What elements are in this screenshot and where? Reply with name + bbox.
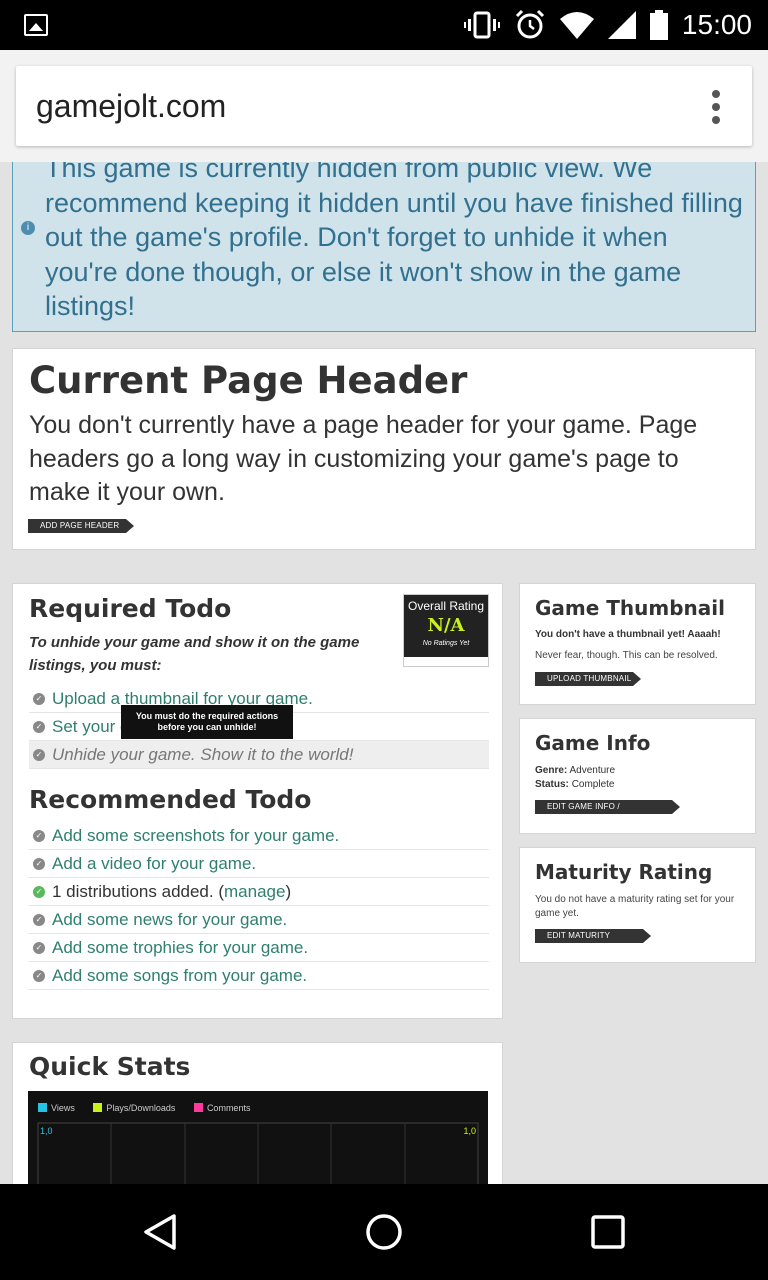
overall-rating-value: N/A — [427, 615, 465, 636]
recommended-todo-item[interactable]: ✓ Add some trophies for your game. — [29, 934, 489, 962]
game-thumbnail-line2: Never fear, though. This can be resolved… — [535, 650, 718, 661]
status-icons: 15:00 — [463, 8, 752, 42]
battery-icon — [649, 10, 668, 40]
quick-stats-title: Quick Stats — [29, 1052, 191, 1081]
chart-grid — [37, 1122, 479, 1184]
upload-thumbnail-button[interactable]: UPLOAD THUMBNAIL — [535, 672, 641, 686]
game-info-title: Game Info — [535, 731, 651, 755]
page-header-title: Current Page Header — [29, 359, 468, 402]
quick-stats-card: Quick Stats Views Plays/Downloads Commen… — [12, 1042, 503, 1184]
overflow-menu-icon[interactable] — [712, 90, 722, 124]
page-header-card: Current Page Header You don't currently … — [12, 348, 756, 550]
game-thumbnail-line1: You don't have a thumbnail yet! Aaaah! — [535, 629, 721, 640]
back-icon[interactable] — [140, 1212, 180, 1252]
hidden-game-alert: i This game is currently hidden from pub… — [12, 162, 756, 332]
recents-icon[interactable] — [590, 1214, 626, 1250]
game-thumbnail-title: Game Thumbnail — [535, 596, 725, 620]
required-todo-title: Required Todo — [29, 594, 232, 623]
game-info-genre: Genre: Adventure — [535, 765, 616, 776]
required-todo-intro: To unhide your game and show it on the g… — [29, 634, 360, 674]
chart-right-axis-label: 1,0 — [463, 1126, 476, 1136]
image-notification-icon — [24, 14, 48, 36]
unhide-tooltip: You must do the required actions before … — [121, 705, 293, 739]
navigation-bar — [0, 1184, 768, 1280]
required-todo-item: ✓ Unhide your game. Show it to the world… — [29, 741, 489, 769]
clock: 15:00 — [681, 9, 752, 40]
vibrate-icon — [463, 11, 500, 39]
maturity-rating-title: Maturity Rating — [535, 860, 713, 884]
recommended-todo-item[interactable]: ✓ Add some screenshots for your game. — [29, 822, 489, 850]
manage-distributions-link[interactable]: manage — [224, 882, 285, 901]
url-text[interactable]: gamejolt.com — [36, 88, 226, 125]
checkmark-icon: ✓ — [33, 858, 45, 870]
game-thumbnail-card: Game Thumbnail You don't have a thumbnai… — [519, 583, 756, 705]
page-content[interactable]: i This game is currently hidden from pub… — [0, 162, 768, 1184]
recommended-todo-item[interactable]: ✓ Add a video for your game. — [29, 850, 489, 878]
overall-rating-sub: No Ratings Yet — [422, 640, 470, 647]
checkmark-done-icon: ✓ — [33, 886, 45, 898]
maturity-rating-text: You do not have a maturity rating set fo… — [535, 894, 735, 919]
checkmark-icon: ✓ — [33, 970, 45, 982]
stats-chart: Views Plays/Downloads Comments 1,0 1,0 — [28, 1091, 488, 1184]
edit-maturity-rating-button[interactable]: EDIT MATURITY RATING — [535, 929, 651, 954]
overall-rating-label: Overall Rating — [407, 599, 485, 613]
checkmark-icon: ✓ — [33, 830, 45, 842]
chart-left-axis-label: 1,0 — [40, 1126, 53, 1136]
alarm-icon — [515, 9, 544, 39]
browser-toolbar: gamejolt.com — [0, 50, 768, 162]
checkmark-icon: ✓ — [33, 749, 45, 761]
recommended-todo-item[interactable]: ✓ Add some songs from your game. — [29, 962, 489, 990]
checkmark-icon: ✓ — [33, 942, 45, 954]
todo-card: Required Todo To unhide your game and sh… — [12, 583, 503, 1019]
add-page-header-button[interactable]: ADD PAGE HEADER — [28, 519, 134, 533]
info-icon: i — [21, 221, 35, 235]
recommended-todo-title: Recommended Todo — [29, 785, 312, 814]
alert-message: This game is currently hidden from publi… — [45, 162, 743, 321]
maturity-rating-card: Maturity Rating You do not have a maturi… — [519, 847, 756, 963]
recommended-todo-item[interactable]: ✓ Add some news for your game. — [29, 906, 489, 934]
recommended-todo-item-distributions: ✓ 1 distributions added. (manage) — [29, 878, 489, 906]
game-info-card: Game Info Genre: Adventure Status: Compl… — [519, 718, 756, 834]
overall-rating-box: Overall Rating N/A No Ratings Yet — [403, 594, 489, 667]
address-bar[interactable]: gamejolt.com — [16, 66, 752, 146]
checkmark-icon: ✓ — [33, 914, 45, 926]
checkmark-icon: ✓ — [33, 693, 45, 705]
home-icon[interactable] — [364, 1212, 404, 1252]
edit-game-info-button[interactable]: EDIT GAME INFO / DESCRIPTION — [535, 800, 680, 825]
game-info-status: Status: Complete — [535, 779, 615, 790]
cell-signal-icon — [607, 11, 636, 39]
status-bar: 15:00 — [0, 0, 768, 50]
page-header-description: You don't currently have a page header f… — [29, 411, 698, 506]
wifi-icon — [559, 12, 594, 39]
checkmark-icon: ✓ — [33, 721, 45, 733]
